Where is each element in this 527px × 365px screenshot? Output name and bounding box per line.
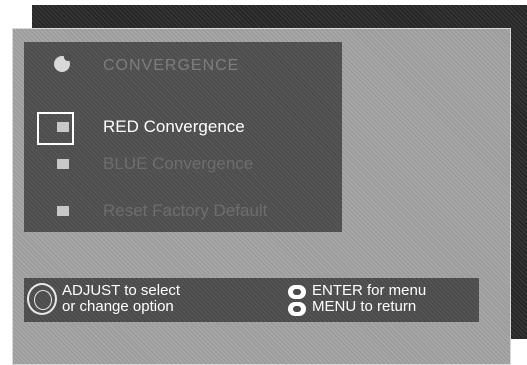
menu-item-blue-convergence[interactable]: BLUE Convergence (24, 147, 342, 183)
menu-title: CONVERGENCE (103, 57, 240, 74)
adjust-help-line2: or change option (62, 298, 174, 315)
menu-item-label: Reset Factory Default (103, 201, 268, 220)
enter-button-icon (288, 285, 306, 299)
convergence-menu: CONVERGENCE RED Convergence BLUE Converg… (24, 42, 342, 232)
convergence-icon (54, 53, 72, 72)
square-bullet-icon (57, 122, 69, 132)
help-bar: ADJUST to select or change option ENTER … (24, 278, 479, 322)
adjust-dial-icon (27, 283, 57, 315)
menu-item-label: RED Convergence (103, 117, 245, 136)
menu-title-row: CONVERGENCE (24, 48, 342, 84)
enter-help-text: ENTER for menu (312, 282, 427, 299)
adjust-help-line1: ADJUST to select (62, 282, 181, 299)
menu-help-text: MENU to return (312, 298, 417, 315)
menu-item-label: BLUE Convergence (103, 154, 254, 173)
menu-button-icon (288, 302, 306, 316)
square-bullet-icon (57, 159, 69, 169)
menu-item-reset-factory-default[interactable]: Reset Factory Default (24, 194, 342, 230)
square-bullet-icon (57, 206, 69, 216)
menu-item-red-convergence[interactable]: RED Convergence (24, 110, 342, 146)
